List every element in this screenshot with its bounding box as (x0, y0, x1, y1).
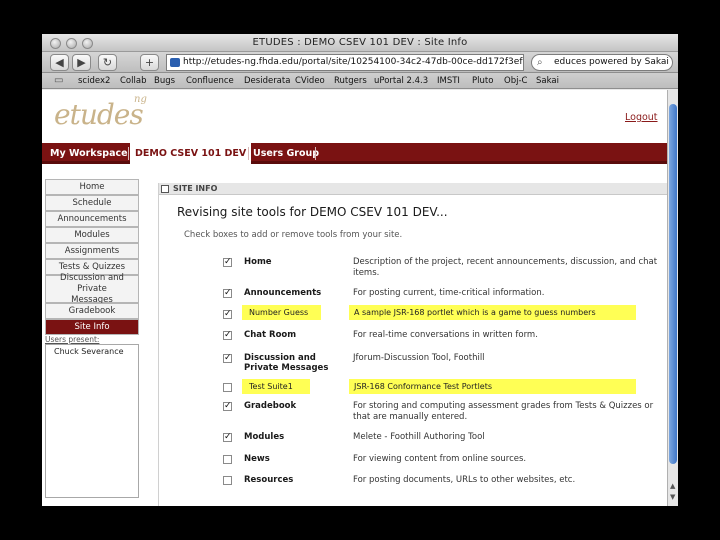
menu-item-home[interactable]: Home (45, 179, 139, 195)
panel-title-text: SITE INFO (173, 184, 218, 193)
instructions-text: Check boxes to add or remove tools from … (184, 230, 403, 240)
user-name: Chuck Severance (54, 347, 124, 356)
scroll-up-icon[interactable]: ▲ (670, 482, 675, 490)
tool-checkbox-home[interactable]: ✓ (223, 258, 232, 267)
bookmark-link[interactable]: Pluto (472, 76, 493, 86)
tool-name-highlight: Number Guess (242, 305, 321, 320)
bookmarks-book-icon[interactable]: ▭ (54, 75, 63, 86)
tool-checkbox-chat-room[interactable]: ✓ (223, 331, 232, 340)
forward-button[interactable]: ▶ (72, 54, 91, 71)
tool-description: For real-time conversations in written f… (353, 330, 538, 340)
tool-name: Resources (244, 475, 294, 485)
tool-description: For posting current, time-critical infor… (353, 288, 545, 298)
tool-description: For storing and computing assessment gra… (353, 401, 654, 422)
tool-description-highlight: JSR-168 Conformance Test Portlets (349, 379, 636, 394)
bookmarks-bar: ▭ scidex2 Collab Bugs Confluence Desider… (42, 73, 678, 89)
url-text: http://etudes-ng.fhda.edu/portal/site/10… (183, 57, 524, 67)
menu-item-gradebook[interactable]: Gradebook (45, 303, 139, 319)
tool-checkbox-news[interactable] (223, 455, 232, 464)
tool-description: Description of the project, recent annou… (353, 257, 658, 278)
tool-description: Melete - Foothill Authoring Tool (353, 432, 485, 442)
title-bar: ETUDES : DEMO CSEV 101 DEV : Site Info (42, 34, 678, 52)
page-scrollbar[interactable]: ▲ ▼ (667, 90, 678, 506)
tab-divider (315, 147, 316, 160)
bookmark-link[interactable]: Confluence (186, 76, 234, 86)
tool-checkbox-modules[interactable]: ✓ (223, 433, 232, 442)
bookmark-link[interactable]: Desiderata (244, 76, 290, 86)
logout-link[interactable]: Logout (625, 112, 658, 123)
back-button[interactable]: ◀ (50, 54, 69, 71)
bookmark-link[interactable]: scidex2 (78, 76, 110, 86)
maximize-icon[interactable] (161, 185, 169, 193)
tool-checkbox-discussion[interactable]: ✓ (223, 354, 232, 363)
tool-name: News (244, 454, 270, 464)
tab-divider (128, 147, 129, 160)
bookmark-link[interactable]: Rutgers (334, 76, 367, 86)
menu-item-schedule[interactable]: Schedule (45, 195, 139, 211)
tool-description: Jforum-Discussion Tool, Foothill (353, 353, 485, 363)
menu-item-assignments[interactable]: Assignments (45, 243, 139, 259)
tool-name: Home (244, 257, 272, 267)
menu-item-announcements[interactable]: Announcements (45, 211, 139, 227)
site-info-panel: SITE INFO Revising site tools for DEMO C… (158, 183, 667, 506)
tool-name: Announcements (244, 288, 322, 298)
tool-checkbox-test-suite[interactable] (223, 383, 232, 392)
tool-checkbox-number-guess[interactable]: ✓ (223, 310, 232, 319)
bookmark-link[interactable]: Bugs (154, 76, 175, 86)
bookmark-link[interactable]: uPortal 2.4.3 (374, 76, 428, 86)
reload-icon[interactable]: ↻ (98, 54, 117, 71)
tool-name: Gradebook (244, 401, 297, 411)
menu-item-modules[interactable]: Modules (45, 227, 139, 243)
site-favicon-icon (170, 58, 180, 67)
site-tabs: My Workspace DEMO CSEV 101 DEV Users Gro… (42, 143, 667, 164)
tool-name: Chat Room (244, 330, 297, 340)
browser-toolbar: ◀ ▶ ↻ + http://etudes-ng.fhda.edu/portal… (42, 52, 678, 73)
scroll-down-icon[interactable]: ▼ (670, 493, 675, 501)
tool-description: For viewing content from online sources. (353, 454, 527, 464)
tab-my-workspace[interactable]: My Workspace (45, 143, 133, 164)
tool-name: Discussion and Private Messages (244, 353, 329, 373)
tool-checkbox-announcements[interactable]: ✓ (223, 289, 232, 298)
bookmark-link[interactable]: CVideo (295, 76, 325, 86)
browser-window: ETUDES : DEMO CSEV 101 DEV : Site Info ◀… (42, 34, 678, 506)
bookmark-link[interactable]: Obj-C (504, 76, 527, 86)
panel-title: SITE INFO (159, 183, 667, 195)
tool-name-highlight: Test Suite1 (242, 379, 310, 394)
search-text: educes powered by Sakai (554, 57, 669, 67)
users-present-label: Users present: (45, 335, 100, 344)
bookmark-link[interactable]: IMSTI (437, 76, 460, 86)
address-bar[interactable]: http://etudes-ng.fhda.edu/portal/site/10… (166, 54, 524, 71)
bookmark-link[interactable]: Sakai (536, 76, 559, 86)
users-present-list: Chuck Severance (45, 344, 139, 498)
tool-name: Modules (244, 432, 285, 442)
menu-item-discussion[interactable]: Discussion and Private Messages (45, 273, 139, 305)
tool-checkbox-gradebook[interactable]: ✓ (223, 402, 232, 411)
window-title: ETUDES : DEMO CSEV 101 DEV : Site Info (252, 37, 468, 48)
web-page: etudes ng Logout My Workspace DEMO CSEV … (42, 90, 667, 506)
search-icon: ⌕ (537, 57, 543, 68)
add-bookmark-button[interactable]: + (140, 54, 159, 71)
page-heading: Revising site tools for DEMO CSEV 101 DE… (177, 205, 448, 219)
tool-description: For posting documents, URLs to other web… (353, 475, 576, 485)
tab-users-group[interactable]: Users Group (248, 143, 324, 164)
search-input[interactable]: ⌕ educes powered by Sakai (531, 54, 673, 71)
bookmark-link[interactable]: Collab (120, 76, 146, 86)
tool-description-highlight: A sample JSR-168 portlet which is a game… (349, 305, 636, 320)
menu-item-site-info[interactable]: Site Info (45, 319, 139, 335)
logo-suffix: ng (134, 94, 147, 105)
etudes-logo: etudes (54, 98, 144, 131)
scrollbar-thumb[interactable] (669, 104, 677, 464)
tool-checkbox-resources[interactable] (223, 476, 232, 485)
tab-demo-csev[interactable]: DEMO CSEV 101 DEV (130, 143, 252, 164)
